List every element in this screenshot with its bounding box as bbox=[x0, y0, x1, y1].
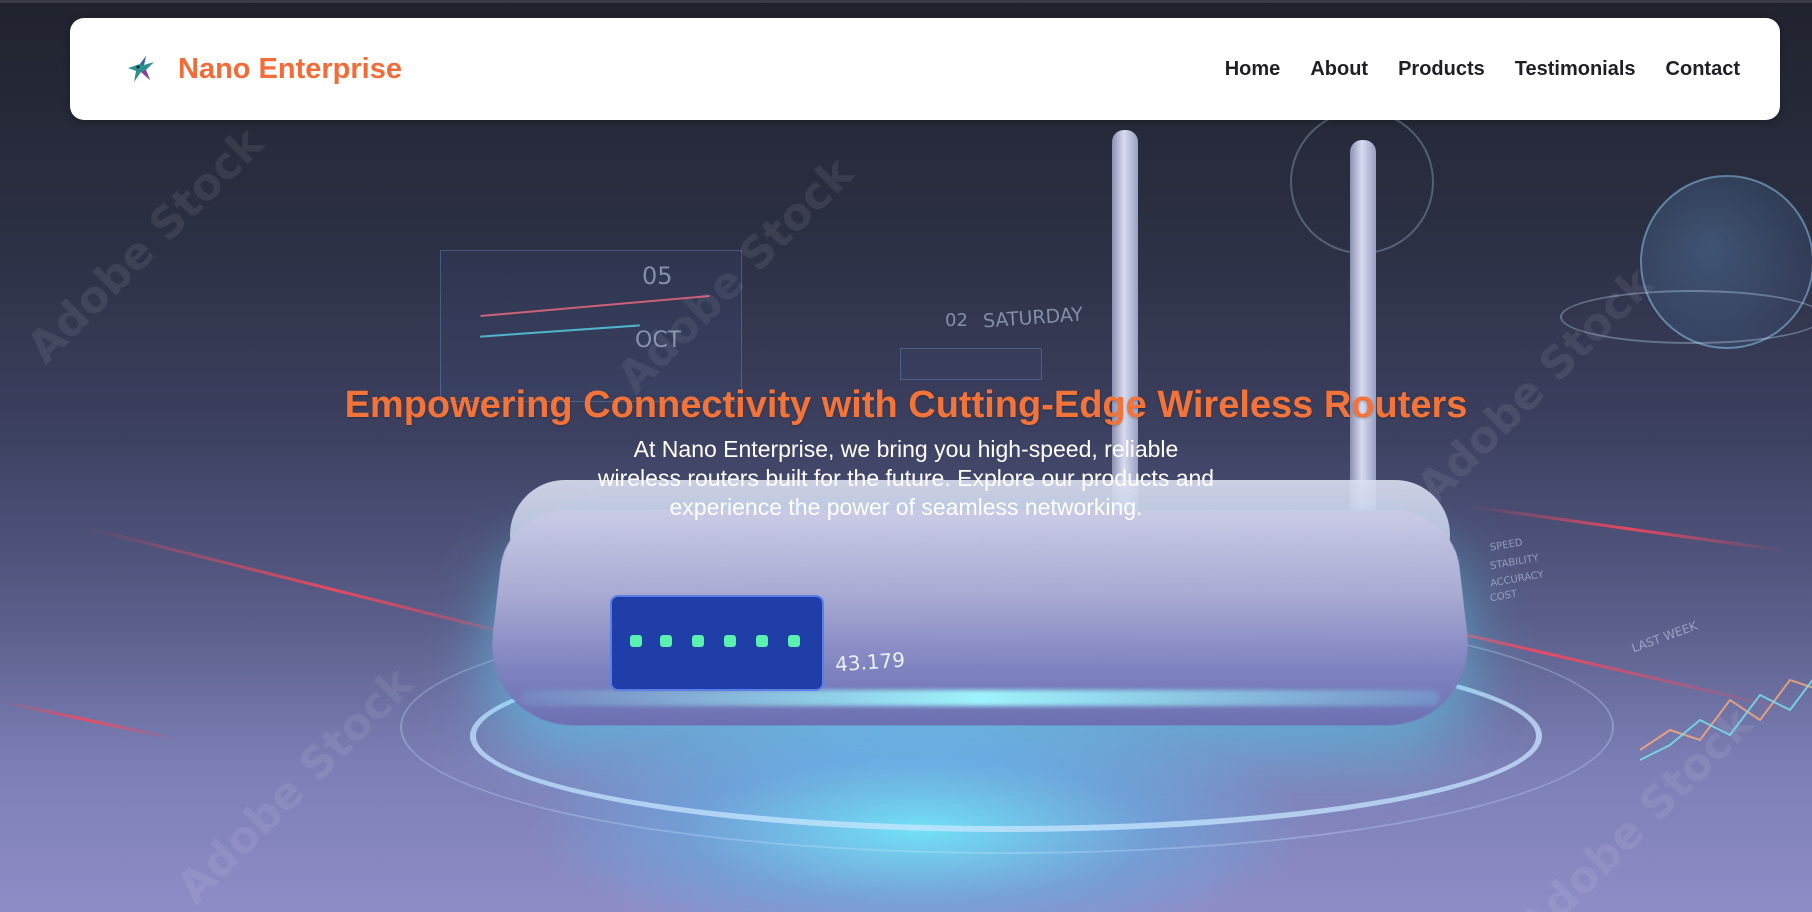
holo-weekday: SATURDAY bbox=[982, 303, 1084, 333]
nav-link-contact[interactable]: Contact bbox=[1666, 58, 1740, 81]
laser-beam bbox=[0, 700, 177, 741]
brand[interactable]: Nano Enterprise bbox=[124, 52, 402, 86]
hero-subtitle: At Nano Enterprise, we bring you high-sp… bbox=[597, 436, 1215, 520]
brand-name: Nano Enterprise bbox=[178, 52, 402, 85]
holo-date-day: 05 bbox=[642, 262, 673, 290]
led-indicator bbox=[630, 635, 642, 647]
led-indicator bbox=[724, 635, 736, 647]
router-readout: 43.179 bbox=[834, 647, 906, 677]
router-led-panel bbox=[610, 595, 824, 691]
nav-link-about[interactable]: About bbox=[1310, 58, 1368, 81]
holo-ring bbox=[1560, 290, 1812, 344]
hero-content: Empowering Connectivity with Cutting-Edg… bbox=[0, 384, 1812, 522]
legend-item: SPEED bbox=[1489, 537, 1524, 554]
hero-title: Empowering Connectivity with Cutting-Edg… bbox=[344, 384, 1468, 426]
navbar: Nano Enterprise Home About Products Test… bbox=[70, 18, 1780, 120]
watermark-text: Adobe Stock bbox=[17, 117, 274, 374]
nav-links: Home About Products Testimonials Contact bbox=[1225, 58, 1740, 81]
router-glow bbox=[520, 690, 1440, 706]
holo-line-chart bbox=[1640, 678, 1812, 761]
legend-item: ACCURACY bbox=[1489, 569, 1545, 590]
holo-card bbox=[900, 348, 1042, 380]
holo-date-month: OCT bbox=[635, 328, 682, 353]
nav-link-home[interactable]: Home bbox=[1225, 58, 1281, 81]
window-top-border bbox=[0, 0, 1812, 3]
led-indicator bbox=[660, 635, 672, 647]
legend-item: STABILITY bbox=[1489, 552, 1540, 573]
nav-link-products[interactable]: Products bbox=[1398, 58, 1485, 81]
holo-weekday-num: 02 bbox=[945, 310, 968, 331]
hummingbird-logo-icon bbox=[124, 52, 158, 86]
holo-panel bbox=[440, 250, 742, 402]
nav-link-testimonials[interactable]: Testimonials bbox=[1515, 58, 1636, 81]
led-indicator bbox=[692, 635, 704, 647]
led-indicator bbox=[788, 635, 800, 647]
hero-section: Adobe Stock Adobe Stock Adobe Stock Adob… bbox=[0, 0, 1812, 912]
watermark-text: Adobe Stock bbox=[167, 657, 424, 912]
led-indicator bbox=[756, 635, 768, 647]
legend-item: COST bbox=[1489, 588, 1519, 605]
